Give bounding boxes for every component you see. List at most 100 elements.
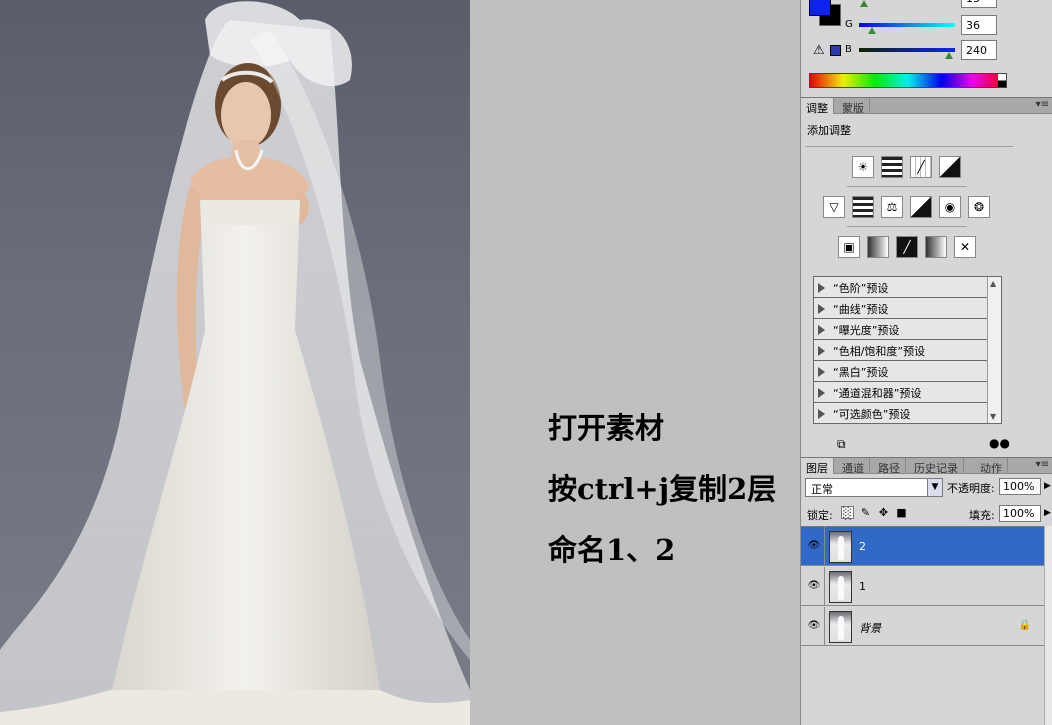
invert-icon[interactable]: ▣ bbox=[838, 236, 860, 258]
lock-image-icon[interactable]: ✎ bbox=[859, 506, 872, 519]
hue-saturation-icon[interactable] bbox=[852, 196, 874, 218]
opacity-arrow-icon[interactable]: ▶ bbox=[1043, 478, 1052, 495]
preset-item-curves[interactable]: “曲线”预设 bbox=[814, 298, 988, 319]
scroll-down-icon[interactable]: ▼ bbox=[990, 412, 996, 421]
tab-layers[interactable]: 图层 bbox=[801, 458, 834, 475]
lock-label: 锁定: bbox=[807, 509, 833, 522]
photo-filter-icon[interactable]: ◉ bbox=[939, 196, 961, 218]
tab-actions[interactable]: 动作 bbox=[975, 458, 1008, 475]
layer-name[interactable]: 2 bbox=[859, 540, 866, 553]
expand-triangle-icon bbox=[818, 367, 825, 377]
preset-label: “曝光度”预设 bbox=[833, 324, 900, 337]
black-white-icon[interactable] bbox=[910, 196, 932, 218]
blue-value-input[interactable]: 240 bbox=[961, 40, 997, 60]
red-slider-row: R 13 bbox=[801, 0, 1052, 10]
blue-slider-track[interactable] bbox=[859, 48, 955, 52]
fill-input[interactable]: 100% bbox=[999, 505, 1041, 522]
layer-name[interactable]: 1 bbox=[859, 580, 866, 593]
presets-scrollbar[interactable]: ▲ ▼ bbox=[987, 277, 1001, 423]
tab-paths[interactable]: 路径 bbox=[873, 458, 906, 475]
warning-triangle-icon[interactable]: ⚠ bbox=[813, 43, 825, 58]
scroll-up-icon[interactable]: ▲ bbox=[990, 279, 996, 288]
gradient-map-icon[interactable] bbox=[925, 236, 947, 258]
visibility-toggle-icon[interactable]: ●● bbox=[989, 436, 1010, 450]
divider bbox=[824, 607, 825, 645]
blend-mode-select[interactable]: 正常 ▼ bbox=[805, 478, 943, 497]
divider bbox=[824, 567, 825, 605]
green-value-input[interactable]: 36 bbox=[961, 15, 997, 35]
adjustments-footer: ⧉ ●● bbox=[801, 434, 1052, 454]
gamut-color-swatch[interactable] bbox=[830, 45, 841, 56]
color-panel: R 13 G 36 ⚠ B 240 bbox=[801, 0, 1052, 96]
green-slider-thumb[interactable] bbox=[868, 27, 877, 34]
color-balance-icon[interactable]: ⚖ bbox=[881, 196, 903, 218]
red-value-input[interactable]: 13 bbox=[961, 0, 997, 8]
blue-slider-thumb[interactable] bbox=[945, 52, 954, 59]
brightness-contrast-icon[interactable]: ☀ bbox=[852, 156, 874, 178]
layer-thumbnail bbox=[829, 571, 852, 603]
layer-name[interactable]: 背景 bbox=[859, 620, 881, 636]
divider bbox=[847, 226, 967, 227]
panel-menu-icon[interactable]: ▾≡ bbox=[1036, 99, 1049, 110]
posterize-icon[interactable] bbox=[867, 236, 889, 258]
blue-label: B bbox=[845, 44, 852, 55]
lock-position-icon[interactable]: ✥ bbox=[877, 506, 890, 519]
red-slider-thumb[interactable] bbox=[859, 0, 868, 7]
vibrance-icon[interactable]: ▽ bbox=[823, 196, 845, 218]
instruction-line-3: 命名1、2 bbox=[548, 533, 676, 567]
preset-item-levels[interactable]: “色阶”预设 bbox=[814, 277, 988, 298]
preset-item-channel-mixer[interactable]: “通道混和器”预设 bbox=[814, 382, 988, 403]
divider bbox=[805, 146, 1013, 147]
lock-all-icon[interactable]: ■ bbox=[895, 506, 908, 519]
expand-triangle-icon bbox=[818, 346, 825, 356]
threshold-icon[interactable]: ╱ bbox=[896, 236, 918, 258]
preset-item-exposure[interactable]: “曝光度”预设 bbox=[814, 319, 988, 340]
layer-row-background[interactable]: 👁 背景 🔒 bbox=[801, 607, 1045, 646]
tab-history[interactable]: 历史记录 bbox=[909, 458, 964, 475]
add-adjustment-title: 添加调整 bbox=[807, 124, 851, 137]
preset-item-hue-saturation[interactable]: “色相/饱和度”预设 bbox=[814, 340, 988, 361]
bride-illustration bbox=[0, 1, 470, 725]
clip-to-layer-icon[interactable]: ⧉ bbox=[837, 437, 846, 452]
fill-arrow-icon[interactable]: ▶ bbox=[1043, 505, 1052, 522]
eye-icon[interactable]: 👁 bbox=[807, 540, 821, 552]
adjustment-icon-row-2: ▽ ⚖ ◉ ❂ bbox=[801, 196, 1052, 220]
expand-triangle-icon bbox=[818, 409, 825, 419]
instruction-line-1: 打开素材 bbox=[548, 411, 665, 445]
opacity-input[interactable]: 100% bbox=[999, 478, 1041, 495]
channel-mixer-icon[interactable]: ❂ bbox=[968, 196, 990, 218]
adjustment-icon-row-1: ☀ ╱ bbox=[801, 156, 1052, 180]
expand-triangle-icon bbox=[818, 325, 825, 335]
layer-row-1[interactable]: 👁 1 bbox=[801, 567, 1045, 606]
levels-icon[interactable] bbox=[881, 156, 903, 178]
layer-row-2[interactable]: 👁 2 bbox=[801, 527, 1045, 566]
expand-triangle-icon bbox=[818, 283, 825, 293]
eye-icon[interactable]: 👁 bbox=[807, 620, 821, 632]
tab-masks[interactable]: 蒙版 bbox=[837, 98, 870, 115]
green-slider-row: G 36 bbox=[801, 15, 1052, 37]
preset-item-black-white[interactable]: “黑白”预设 bbox=[814, 361, 988, 382]
preset-item-selective-color[interactable]: “可选颜色”预设 bbox=[814, 403, 988, 424]
expand-triangle-icon bbox=[818, 388, 825, 398]
tab-adjustments[interactable]: 调整 bbox=[801, 98, 834, 115]
red-label: R bbox=[845, 0, 852, 3]
preset-label: “通道混和器”预设 bbox=[833, 387, 922, 400]
chevron-down-icon[interactable]: ▼ bbox=[927, 479, 942, 496]
exposure-icon[interactable] bbox=[939, 156, 961, 178]
selective-color-icon[interactable]: ✕ bbox=[954, 236, 976, 258]
divider bbox=[824, 527, 825, 565]
lock-transparent-icon[interactable]: ░ bbox=[841, 506, 854, 520]
preset-label: “色阶”预设 bbox=[833, 282, 889, 295]
green-label: G bbox=[845, 19, 853, 30]
divider bbox=[847, 186, 967, 187]
preset-label: “色相/饱和度”预设 bbox=[833, 345, 926, 358]
layers-scrollbar[interactable] bbox=[1044, 526, 1052, 725]
curves-icon[interactable]: ╱ bbox=[910, 156, 932, 178]
tab-channels[interactable]: 通道 bbox=[837, 458, 870, 475]
color-spectrum-bar[interactable] bbox=[809, 73, 1007, 88]
bride-photo bbox=[0, 0, 470, 725]
panel-menu-icon[interactable]: ▾≡ bbox=[1036, 459, 1049, 470]
document-canvas[interactable]: 打开素材 按ctrl+j复制2层 命名1、2 bbox=[0, 0, 800, 725]
eye-icon[interactable]: 👁 bbox=[807, 580, 821, 592]
foreground-color-swatch[interactable] bbox=[809, 0, 831, 16]
